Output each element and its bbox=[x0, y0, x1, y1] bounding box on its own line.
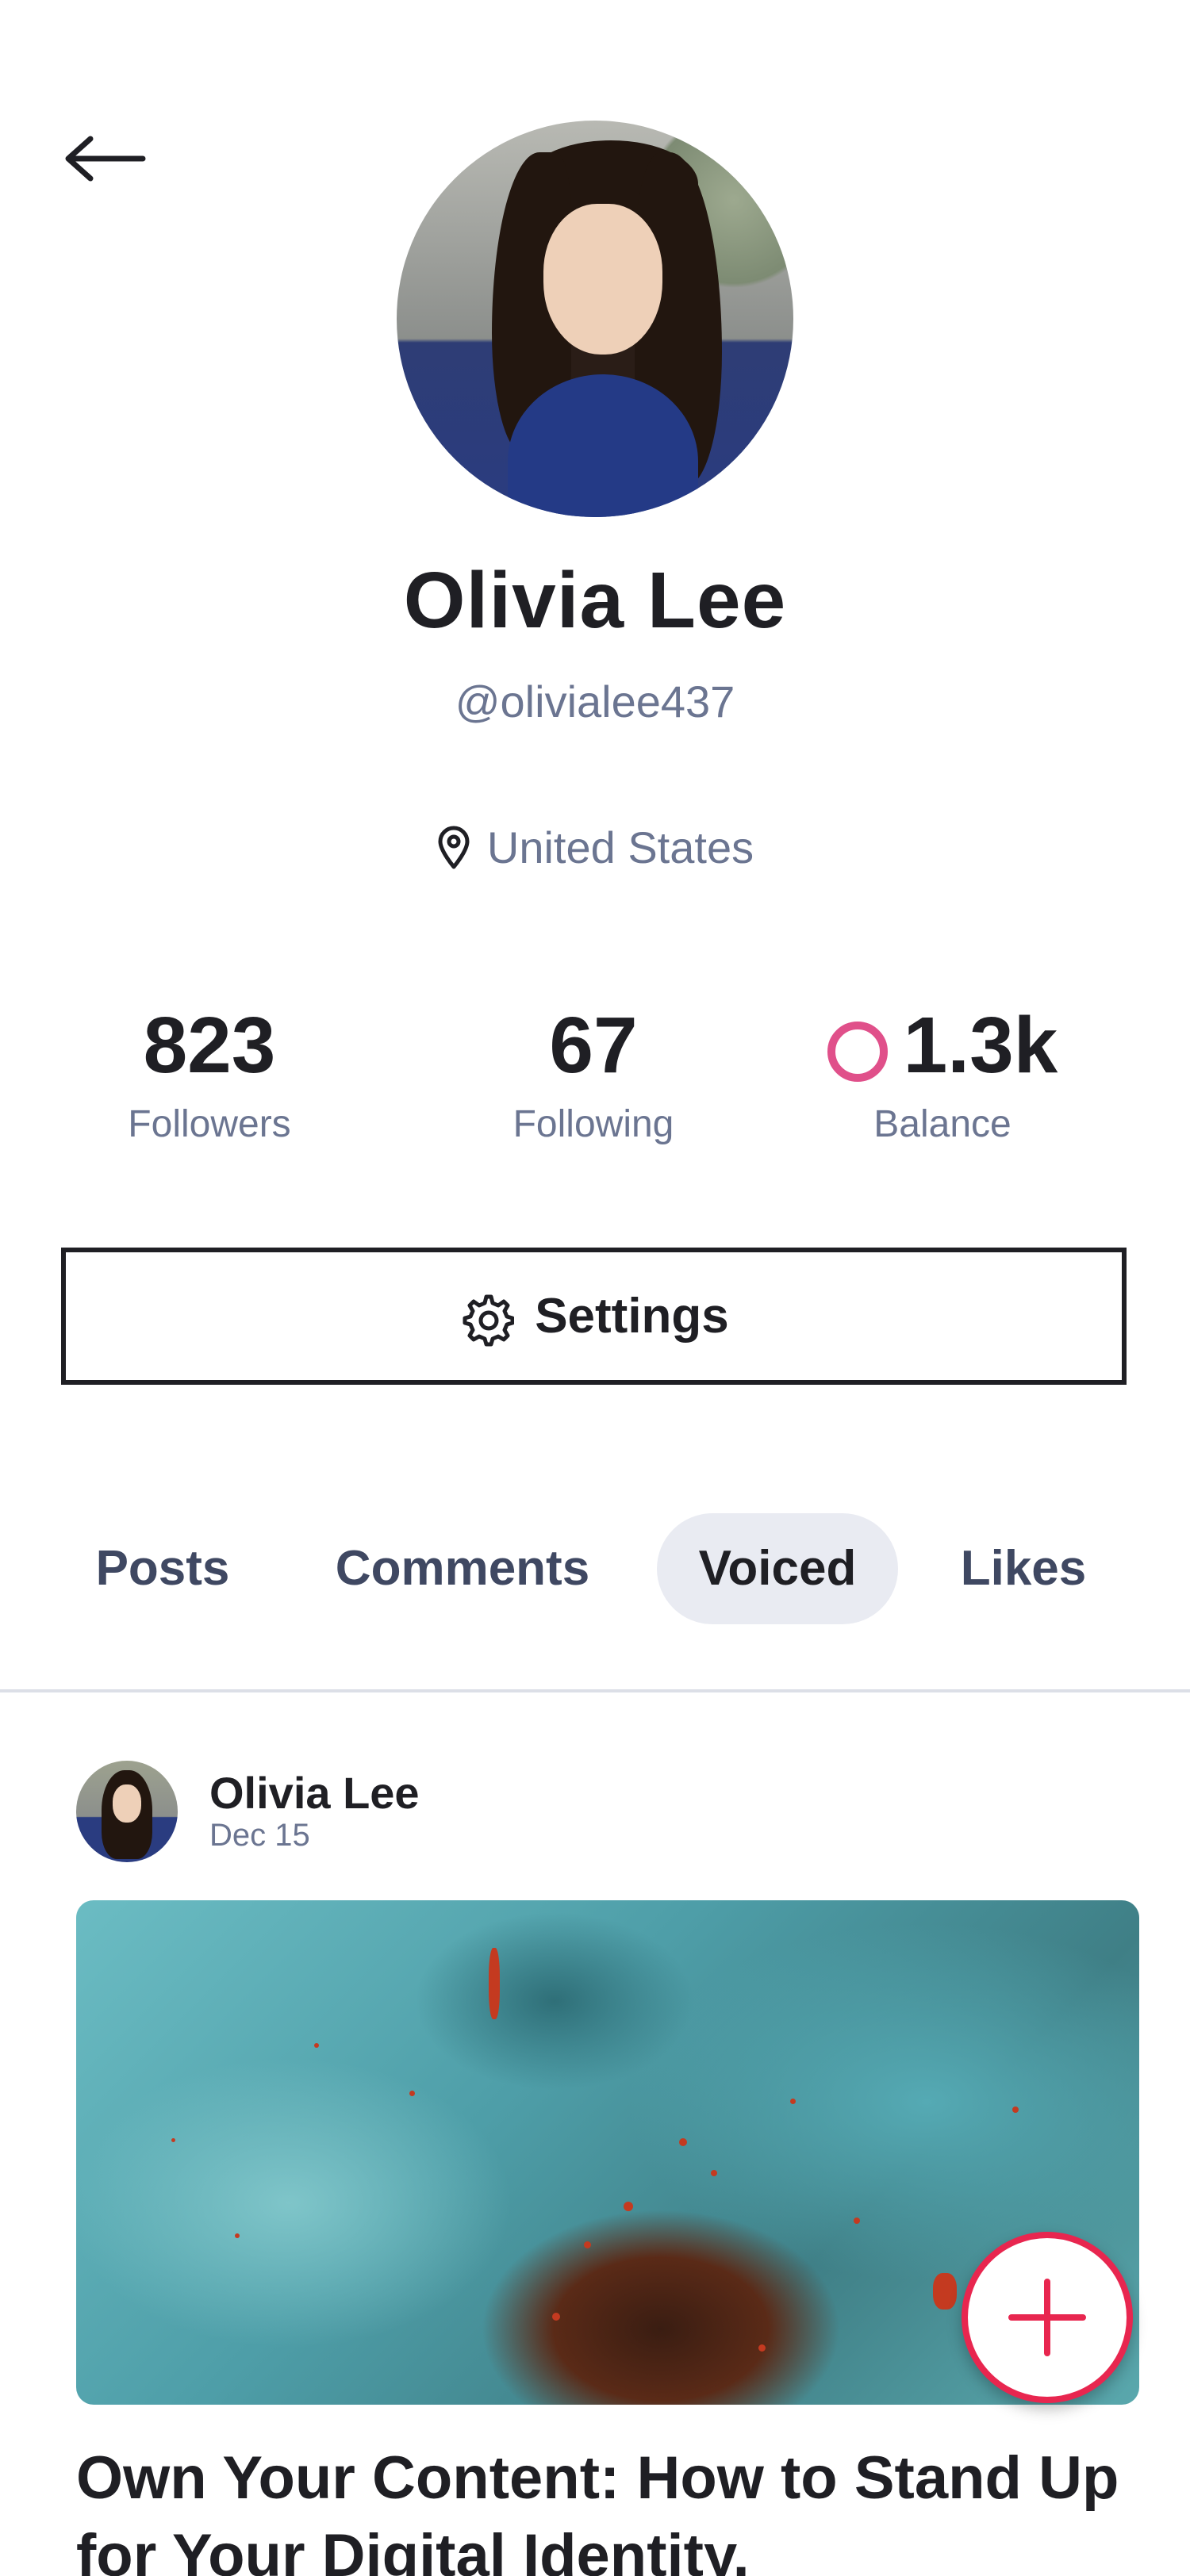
create-post-button[interactable] bbox=[962, 2232, 1133, 2403]
balance-row: 1.3k bbox=[784, 998, 1101, 1093]
map-pin-icon bbox=[438, 826, 470, 868]
arrow-left-icon bbox=[65, 136, 146, 182]
tabs-divider bbox=[0, 1689, 1190, 1692]
following-label: Following bbox=[512, 1103, 674, 1145]
post-author-avatar[interactable] bbox=[76, 1761, 178, 1862]
post-date: Dec 15 bbox=[209, 1818, 310, 1853]
plus-icon bbox=[1008, 2279, 1086, 2356]
coin-ring-icon bbox=[827, 1022, 888, 1082]
followers-label: Followers bbox=[128, 1103, 291, 1145]
location-text: United States bbox=[486, 822, 754, 872]
profile-handle: @olivialee437 bbox=[455, 677, 735, 726]
balance-label: Balance bbox=[873, 1103, 1012, 1145]
balance-value: 1.3k bbox=[903, 1001, 1058, 1090]
settings-label: Settings bbox=[535, 1289, 729, 1344]
followers-count: 823 bbox=[143, 1001, 276, 1090]
stat-following[interactable]: 67 Following bbox=[435, 998, 752, 1146]
stat-balance[interactable]: 1.3k Balance bbox=[784, 998, 1101, 1146]
post-title[interactable]: Own Your Content: How to Stand Up for Yo… bbox=[76, 2440, 1139, 2576]
post-author-name[interactable]: Olivia Lee bbox=[209, 1767, 420, 1819]
tab-posts[interactable]: Posts bbox=[71, 1513, 254, 1624]
back-button[interactable] bbox=[56, 123, 159, 194]
gear-icon bbox=[463, 1294, 515, 1346]
tab-voiced[interactable]: Voiced bbox=[657, 1513, 898, 1624]
settings-button[interactable]: Settings bbox=[61, 1248, 1127, 1385]
tab-likes[interactable]: Likes bbox=[936, 1513, 1111, 1624]
profile-location: United States bbox=[0, 822, 1190, 873]
profile-avatar bbox=[397, 121, 793, 517]
tab-comments[interactable]: Comments bbox=[317, 1513, 608, 1624]
profile-name: Olivia Lee bbox=[403, 556, 787, 645]
stat-followers[interactable]: 823 Followers bbox=[51, 998, 368, 1146]
following-count: 67 bbox=[549, 1001, 638, 1090]
profile-tabs: Posts Comments Voiced Likes bbox=[0, 1513, 1190, 1624]
profile-page: Olivia Lee @olivialee437 United States 8… bbox=[0, 0, 1190, 2576]
